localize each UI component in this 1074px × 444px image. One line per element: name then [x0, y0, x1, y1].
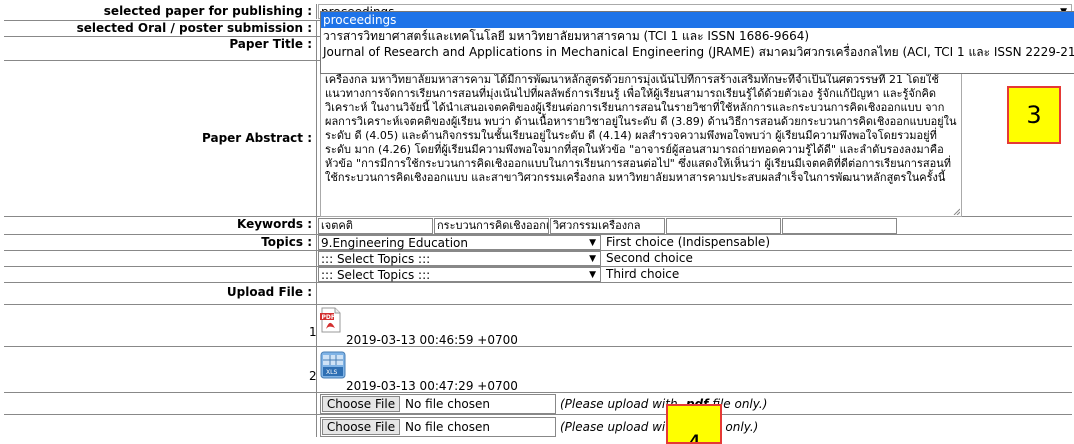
label-topics-empty-3	[4, 267, 317, 282]
upload-2-timestamp: 2019-03-13 00:47:29 +0700	[346, 379, 518, 393]
svg-text:XLS: XLS	[326, 369, 337, 376]
keyword-input-5[interactable]	[782, 218, 897, 234]
upload-1-number: 1	[309, 325, 317, 339]
file-input-2-hint-pre: (Please upload with	[560, 420, 682, 434]
callout-4-label: 4	[686, 430, 702, 444]
file-input-2-hint: (Please upload with only.)	[560, 420, 758, 434]
upload-1-timestamp: 2019-03-13 00:46:59 +0700	[346, 333, 518, 347]
file-input-2[interactable]: Choose File No file chosen	[320, 417, 556, 437]
file-input-2-status: No file chosen	[405, 420, 491, 434]
label-paper-publishing: selected paper for publishing :	[4, 4, 317, 19]
row-upload-1: 1 PDF 2019-03-13 00:46:59 +0700	[4, 304, 1072, 347]
resize-handle-icon[interactable]	[952, 207, 960, 215]
dropdown-option-proceedings[interactable]: proceedings	[321, 12, 1074, 28]
row-keywords: Keywords : เจตคติ กระบวนการคิดเชิงออกแบบ…	[4, 216, 1072, 234]
topic-select-3-value: ::: Select Topics :::	[321, 268, 431, 282]
keyword-input-4[interactable]	[666, 218, 781, 234]
row-topic-3: ::: Select Topics ::: ▼ Third choice	[4, 266, 1072, 282]
svg-text:PDF: PDF	[322, 314, 335, 321]
file-input-2-hint-post: only.)	[725, 420, 759, 434]
topic-choice-3-label: Third choice	[606, 267, 680, 281]
callout-3: 3	[1007, 86, 1061, 144]
row-file-input-2: Choose File No file chosen (Please uploa…	[4, 414, 1072, 437]
label-upload-file: Upload File :	[4, 283, 317, 304]
chevron-down-icon: ▼	[589, 254, 596, 264]
file-input-1-hint-pre: (Please upload with	[560, 397, 682, 411]
topic-select-2[interactable]: ::: Select Topics ::: ▼	[318, 251, 601, 266]
topic-select-2-value: ::: Select Topics :::	[321, 252, 431, 266]
dropdown-option-journal-tci[interactable]: วารสารวิทยาศาสตร์และเทคโนโลยี มหาวิทยาลั…	[321, 28, 1074, 44]
topic-select-1[interactable]: 9.Engineering Education ▼	[318, 235, 601, 250]
row-file-input-1: Choose File No file chosen (Please uploa…	[4, 392, 1072, 414]
topic-select-3[interactable]: ::: Select Topics ::: ▼	[318, 267, 601, 282]
publishing-dropdown-list[interactable]: proceedings วารสารวิทยาศาสตร์และเทคโนโลย…	[320, 11, 1074, 74]
topic-select-1-value: 9.Engineering Education	[321, 236, 469, 250]
label-topics-empty-2	[4, 251, 317, 266]
chevron-down-icon: ▼	[589, 270, 596, 280]
topic-choice-2-label: Second choice	[606, 251, 693, 265]
label-keywords: Keywords :	[4, 217, 317, 234]
callout-4: 4	[666, 404, 722, 444]
upload-2-label-cell	[4, 347, 317, 392]
upload-1-label-cell	[4, 305, 317, 346]
file-input-1-label-cell	[4, 393, 317, 414]
abstract-text: เครื่องกล มหาวิทยาลัยมหาสารคาม ได้มีการพ…	[325, 73, 957, 184]
file-input-1[interactable]: Choose File No file chosen	[320, 394, 556, 414]
row-upload-2: 2 XLS 2019-03-13 00:47:29 +0700	[4, 346, 1072, 393]
label-oral-poster: selected Oral / poster submission :	[4, 21, 317, 36]
label-topics: Topics :	[4, 235, 317, 250]
file-input-1-hint: (Please upload with .pdf file only.)	[560, 397, 767, 411]
spreadsheet-icon[interactable]: XLS	[320, 351, 346, 379]
row-topic-1: Topics : 9.Engineering Education ▼ First…	[4, 234, 1072, 250]
chevron-down-icon: ▼	[589, 238, 596, 248]
row-upload-file: Upload File :	[4, 282, 1072, 304]
label-paper-title: Paper Title :	[4, 37, 317, 60]
row-topic-2: ::: Select Topics ::: ▼ Second choice	[4, 250, 1072, 266]
dropdown-option-jrame[interactable]: Journal of Research and Applications in …	[321, 44, 1074, 60]
choose-file-button-1[interactable]: Choose File	[322, 396, 400, 412]
file-input-2-label-cell	[4, 415, 317, 437]
abstract-textarea[interactable]: เครื่องกล มหาวิทยาลัยมหาสารคาม ได้มีการพ…	[320, 69, 962, 217]
submission-form: selected paper for publishing : proceedi…	[4, 4, 1074, 444]
file-input-1-status: No file chosen	[405, 397, 491, 411]
keyword-input-2[interactable]: กระบวนการคิดเชิงออกแบบ	[434, 218, 549, 234]
label-paper-abstract: Paper Abstract :	[4, 61, 317, 216]
keyword-input-3[interactable]: วิศวกรรมเครื่องกล	[550, 218, 665, 234]
upload-2-number: 2	[309, 369, 317, 383]
keyword-input-1[interactable]: เจตคติ	[318, 218, 433, 234]
topic-choice-1-label: First choice (Indispensable)	[606, 235, 770, 249]
pdf-icon[interactable]: PDF	[320, 307, 342, 333]
choose-file-button-2[interactable]: Choose File	[322, 419, 400, 435]
